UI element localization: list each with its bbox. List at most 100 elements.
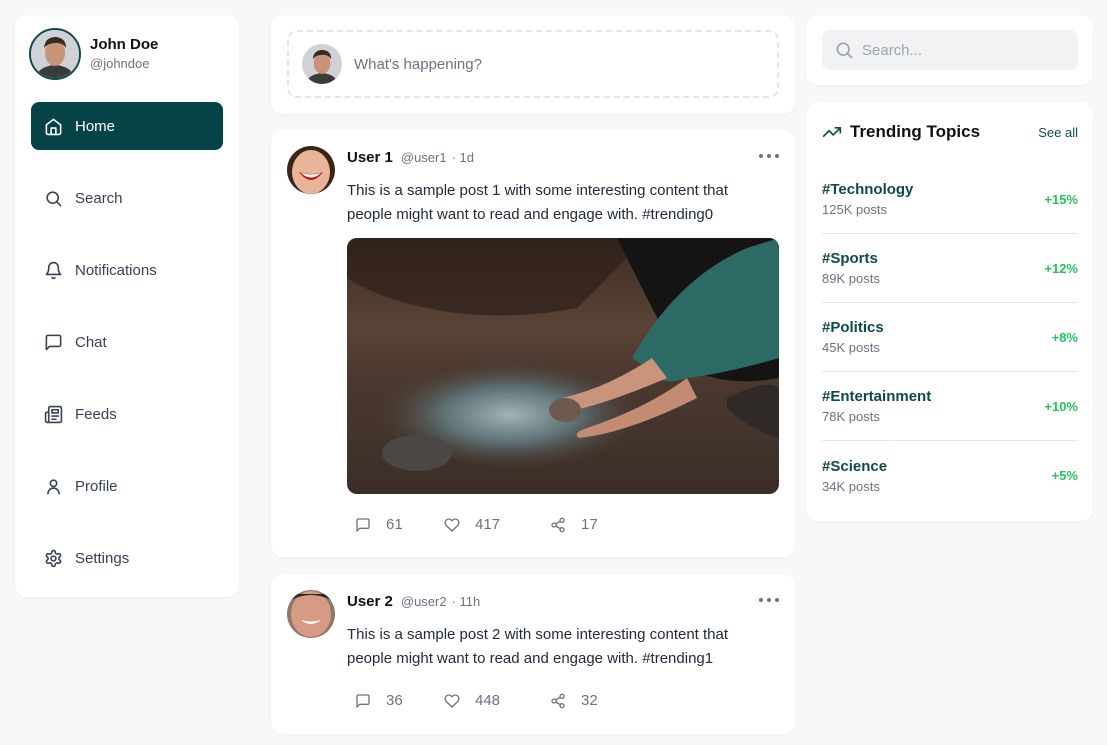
trending-topics-card: Trending Topics See all #Technology 125K … bbox=[806, 102, 1093, 521]
trending-list: #Technology 125K posts +15% #Sports 89K po… bbox=[822, 165, 1078, 510]
search-input[interactable] bbox=[862, 41, 1062, 59]
trending-count: 125K posts bbox=[822, 202, 888, 217]
trending-tag: #Entertainment bbox=[822, 388, 932, 405]
comment-button[interactable]: 61 bbox=[355, 516, 444, 533]
post-avatar[interactable] bbox=[287, 146, 335, 194]
trending-count: 78K posts bbox=[822, 409, 880, 424]
composer-input[interactable] bbox=[354, 55, 754, 73]
sidebar-item-label: Notifications bbox=[75, 261, 157, 279]
share-button[interactable]: 32 bbox=[550, 692, 598, 709]
post-header: User 2 @user2 · 11h bbox=[347, 593, 480, 610]
comment-count: 36 bbox=[386, 692, 403, 709]
avatar[interactable] bbox=[29, 28, 81, 80]
avatar-image bbox=[31, 30, 79, 78]
profile-name: John Doe bbox=[90, 36, 159, 53]
post-avatar[interactable] bbox=[287, 590, 335, 638]
user-icon bbox=[47, 478, 60, 494]
trending-tag: #Sports bbox=[822, 250, 878, 267]
post-body: This is a sample post 2 with some intere… bbox=[347, 626, 729, 667]
trending-tag: #Politics bbox=[822, 319, 884, 336]
composer-box[interactable] bbox=[287, 30, 779, 98]
post-actions: 61 417 17 bbox=[355, 516, 598, 533]
share-icon bbox=[551, 693, 565, 708]
comment-count: 61 bbox=[386, 516, 403, 533]
share-icon bbox=[551, 517, 565, 532]
search-icon bbox=[46, 190, 62, 206]
trending-change: +8% bbox=[1051, 329, 1078, 345]
trending-item[interactable]: #Sports 89K posts +12% bbox=[822, 234, 1078, 303]
comment-icon bbox=[356, 693, 370, 708]
post-handle[interactable]: @user1 bbox=[401, 150, 447, 165]
post-handle[interactable]: @user2 bbox=[401, 594, 447, 609]
heart-icon bbox=[444, 517, 460, 532]
post-header: User 1 @user1 · 1d bbox=[347, 149, 474, 166]
post-time: · 11h bbox=[451, 594, 481, 609]
trending-item[interactable]: #Entertainment 78K posts +10% bbox=[822, 372, 1078, 441]
comment-icon bbox=[356, 517, 370, 532]
see-all-link[interactable]: See all bbox=[1038, 125, 1078, 140]
sidebar-item-label: Feeds bbox=[75, 405, 117, 423]
gear-icon bbox=[45, 549, 62, 567]
search-icon bbox=[836, 42, 853, 59]
composer-avatar bbox=[302, 44, 342, 84]
composer bbox=[271, 15, 795, 114]
trending-tag: #Technology bbox=[822, 181, 914, 198]
trending-item[interactable]: #Technology 125K posts +15% bbox=[822, 165, 1078, 234]
sidebar-item-notifications[interactable]: Notifications bbox=[31, 246, 223, 294]
more-options-icon[interactable] bbox=[759, 148, 779, 164]
sidebar-item-label: Settings bbox=[75, 549, 130, 567]
like-button[interactable]: 448 bbox=[444, 692, 550, 709]
sidebar-item-profile[interactable]: Profile bbox=[31, 462, 223, 510]
trending-change: +15% bbox=[1044, 191, 1078, 207]
trending-item[interactable]: #Science 34K posts +5% bbox=[822, 441, 1078, 510]
newspaper-icon bbox=[44, 405, 63, 423]
avatar-image bbox=[287, 590, 335, 638]
sidebar-item-settings[interactable]: Settings bbox=[31, 534, 223, 582]
trending-item[interactable]: #Politics 45K posts +8% bbox=[822, 303, 1078, 372]
search-box[interactable] bbox=[822, 30, 1078, 70]
trending-up-icon bbox=[822, 127, 842, 137]
post-time: · 1d bbox=[451, 150, 474, 165]
trending-count: 34K posts bbox=[822, 478, 880, 494]
sidebar-nav: Home Search Notifications Chat Feeds Pro… bbox=[31, 102, 223, 606]
sidebar-item-label: Chat bbox=[75, 333, 107, 351]
post-photo bbox=[347, 238, 779, 494]
trending-change: +5% bbox=[1051, 468, 1078, 483]
home-icon bbox=[45, 118, 62, 135]
post-body: This is a sample post 1 with some intere… bbox=[347, 182, 729, 223]
message-icon bbox=[45, 334, 62, 350]
more-options-icon[interactable] bbox=[759, 592, 779, 608]
like-count: 417 bbox=[475, 516, 501, 533]
share-button[interactable]: 17 bbox=[550, 516, 598, 533]
avatar-image bbox=[287, 146, 335, 194]
bell-icon bbox=[45, 261, 62, 279]
trending-count: 89K posts bbox=[822, 271, 880, 286]
trending-tag: #Science bbox=[822, 457, 888, 475]
post-username[interactable]: User 1 bbox=[347, 149, 393, 166]
share-count: 32 bbox=[581, 692, 598, 709]
trending-title: Trending Topics bbox=[850, 122, 981, 141]
post-card: User 1 @user1 · 1d This is a sample post… bbox=[271, 130, 795, 557]
post-image[interactable] bbox=[347, 238, 779, 494]
sidebar: John Doe @johndoe Home Search Notificati… bbox=[15, 15, 239, 597]
post-actions: 36 448 32 bbox=[355, 692, 598, 709]
sidebar-item-chat[interactable]: Chat bbox=[31, 318, 223, 366]
sidebar-item-home[interactable]: Home bbox=[31, 102, 223, 150]
sidebar-item-search[interactable]: Search bbox=[31, 174, 223, 222]
post-card: User 2 @user2 · 11h This is a sample pos… bbox=[271, 574, 795, 734]
heart-icon bbox=[444, 693, 460, 708]
sidebar-item-label: Home bbox=[75, 117, 116, 135]
profile-handle: @johndoe bbox=[90, 56, 150, 71]
post-username[interactable]: User 2 bbox=[347, 593, 393, 610]
trending-change: +12% bbox=[1044, 260, 1078, 276]
trending-change: +10% bbox=[1044, 398, 1078, 414]
user-profile[interactable]: John Doe @johndoe bbox=[29, 28, 158, 80]
like-count: 448 bbox=[475, 692, 501, 709]
sidebar-item-label: Search bbox=[75, 189, 123, 207]
like-button[interactable]: 417 bbox=[444, 516, 550, 533]
trending-count: 45K posts bbox=[822, 340, 880, 355]
comment-button[interactable]: 36 bbox=[355, 692, 444, 709]
sidebar-item-label: Profile bbox=[75, 477, 118, 495]
search-card bbox=[806, 15, 1093, 85]
sidebar-item-feeds[interactable]: Feeds bbox=[31, 390, 223, 438]
